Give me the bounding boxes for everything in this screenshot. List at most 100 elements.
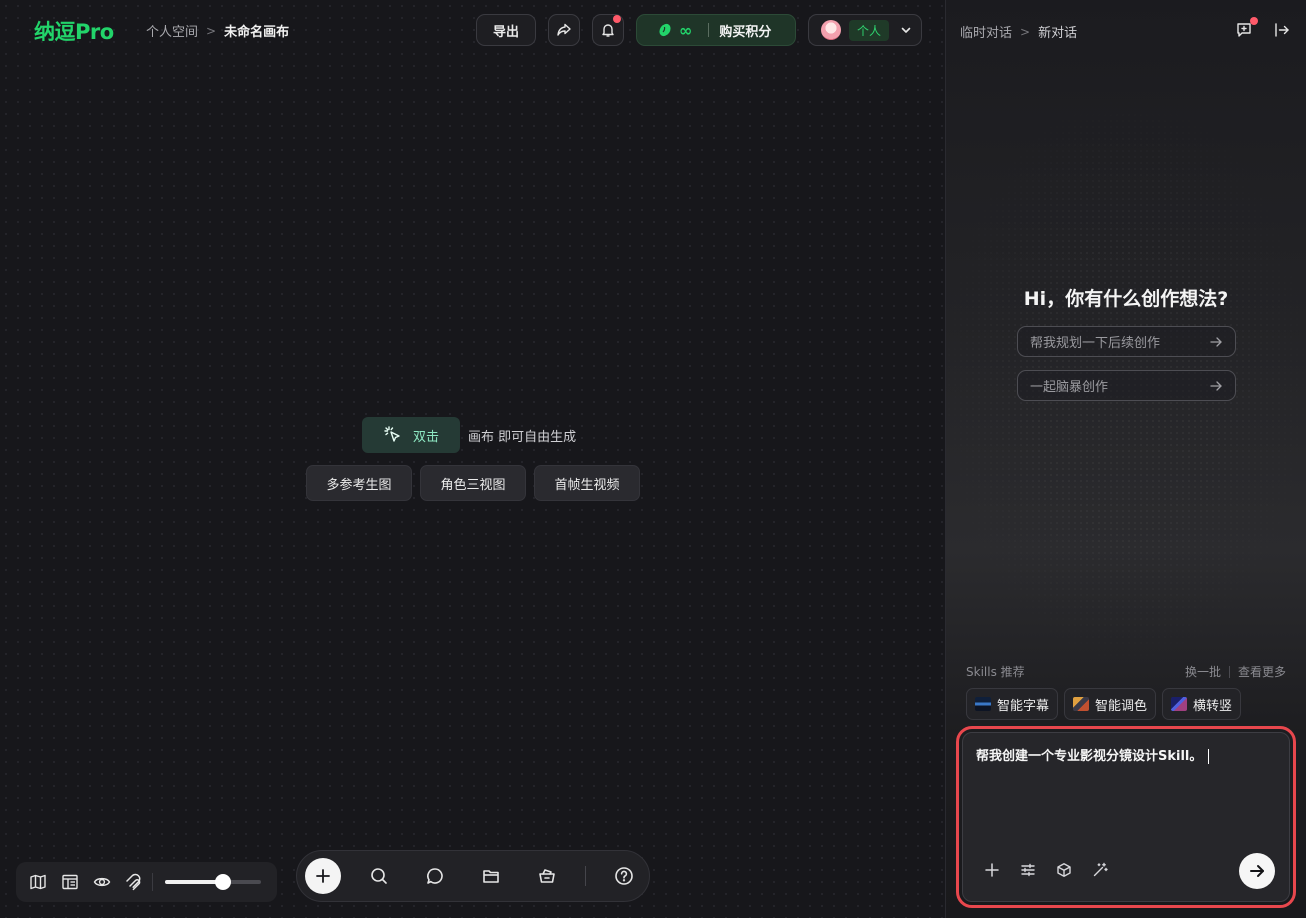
skill-label: 横转竖 [1193, 698, 1233, 714]
chat-breadcrumb-current: 新对话 [1038, 26, 1078, 41]
chat-bubble-icon [427, 868, 443, 884]
magnet-icon [126, 873, 141, 891]
settings-button[interactable] [1019, 861, 1037, 879]
bean-icon [659, 23, 671, 37]
credits-badge[interactable]: ∞ 购买积分 [636, 14, 796, 46]
add-node-button[interactable] [305, 858, 341, 894]
skill-thumbnail [975, 697, 991, 711]
breadcrumb-space[interactable]: 个人空间 [146, 21, 198, 40]
app-logo[interactable]: 纳逗Pro [34, 16, 114, 46]
suggestion-label: 一起脑暴创作 [1030, 380, 1109, 395]
quick-action-character-views[interactable]: 角色三视图 [420, 465, 526, 501]
map-button[interactable] [22, 866, 54, 898]
quick-action-first-frame-video[interactable]: 首帧生视频 [534, 465, 640, 501]
notification-dot [613, 15, 621, 23]
magic-wand-icon [1093, 862, 1108, 877]
chat-input-box[interactable]: 帮我创建一个专业影视分镜设计Skill。 [956, 726, 1296, 908]
chat-panel: 临时对话 > 新对话 Hi，你有什么创作想法? 帮我规划一下后续创作 一起脑暴创… [946, 0, 1306, 918]
double-click-label: 双击 [412, 429, 439, 445]
buy-credits-button[interactable]: 购买积分 [719, 21, 771, 40]
arrow-right-icon [1210, 380, 1222, 391]
basket-icon [539, 869, 555, 883]
sliders-icon [1021, 863, 1035, 877]
top-bar: 纳逗Pro 个人空间 > 未命名画布 导出 ∞ 购买积分 个人 [0, 0, 946, 60]
layout-button[interactable] [54, 866, 86, 898]
account-menu[interactable]: 个人 [808, 14, 922, 46]
canvas[interactable] [0, 0, 946, 918]
canvas-hint: 双击 画布 即可自由生成 [362, 417, 576, 453]
plus-icon [316, 869, 330, 883]
search-button[interactable] [361, 858, 397, 894]
search-icon [371, 868, 387, 884]
files-button[interactable] [473, 858, 509, 894]
skill-landscape-to-portrait[interactable]: 横转竖 [1162, 688, 1242, 720]
attach-button[interactable] [983, 861, 1001, 879]
skill-smart-color-grading[interactable]: 智能调色 [1064, 688, 1157, 720]
export-button[interactable]: 导出 [476, 14, 536, 46]
canvas-toolbar [296, 850, 650, 902]
toolbar-divider [585, 866, 586, 886]
skill-thumbnail [1171, 697, 1188, 711]
arrow-right-icon [1210, 336, 1222, 347]
suggestion-plan[interactable]: 帮我规划一下后续创作 [1017, 326, 1236, 357]
layout-icon [62, 874, 78, 890]
zoom-handle[interactable] [214, 874, 231, 890]
skills-more-link[interactable]: 查看更多 [1238, 663, 1286, 680]
arrow-right-icon [1250, 865, 1264, 877]
new-chat-button[interactable] [1234, 17, 1258, 40]
eye-icon [93, 877, 111, 887]
chat-input-value: 帮我创建一个专业影视分镜设计Skill。 [976, 749, 1203, 764]
text-caret [1208, 749, 1210, 764]
input-tools [983, 861, 1109, 879]
skill-label: 智能字幕 [997, 698, 1050, 714]
skills-refresh-link[interactable]: 换一批 [1185, 663, 1221, 680]
notifications-button[interactable] [592, 14, 624, 46]
magic-button[interactable] [1091, 861, 1109, 879]
snap-button[interactable] [118, 866, 150, 898]
breadcrumb: 个人空间 > 未命名画布 [146, 21, 289, 41]
share-icon [557, 23, 571, 36]
map-icon [30, 874, 46, 890]
avatar [821, 20, 841, 40]
panel-actions [1234, 17, 1292, 40]
send-button[interactable] [1239, 853, 1275, 889]
zoom-fill [165, 880, 223, 884]
suggestion-brainstorm[interactable]: 一起脑暴创作 [1017, 370, 1236, 401]
skill-smart-subtitles[interactable]: 智能字幕 [966, 688, 1059, 720]
notification-dot [1250, 17, 1258, 25]
zoom-slider[interactable] [165, 874, 261, 890]
help-button[interactable] [606, 858, 642, 894]
chevron-down-icon [901, 27, 911, 33]
skill-thumbnail [1073, 697, 1090, 711]
model-button[interactable] [1055, 861, 1073, 879]
cursor-click-icon [384, 426, 400, 442]
bell-icon [602, 24, 614, 37]
preview-button[interactable] [86, 866, 118, 898]
quick-action-multi-reference[interactable]: 多参考生图 [306, 465, 412, 501]
credits-divider [708, 23, 710, 37]
collapse-right-icon [1275, 23, 1289, 37]
chat-breadcrumb-root[interactable]: 临时对话 [960, 22, 1012, 41]
share-button[interactable] [548, 14, 580, 46]
skills-actions: 换一批 查看更多 [1185, 663, 1286, 680]
quick-actions: 多参考生图 角色三视图 首帧生视频 [306, 465, 640, 501]
suggestion-label: 帮我规划一下后续创作 [1030, 336, 1161, 351]
canvas-title[interactable]: 未命名画布 [224, 21, 289, 40]
credits-value: ∞ [679, 20, 693, 40]
skills-title: Skills 推荐 [966, 665, 1025, 679]
comment-button[interactable] [417, 858, 453, 894]
collapse-panel-button[interactable] [1272, 20, 1292, 40]
folder-icon [483, 870, 499, 883]
view-controls [16, 862, 277, 902]
skills-list: 智能字幕 智能调色 横转竖 [966, 688, 1242, 720]
greeting-heading: Hi，你有什么创作想法? [1023, 288, 1229, 310]
assets-button[interactable] [529, 858, 565, 894]
account-type-badge: 个人 [849, 19, 890, 41]
chevron-right-icon: > [1020, 24, 1031, 39]
double-click-chip: 双击 [362, 417, 460, 453]
cube-icon [1057, 863, 1071, 877]
skills-header: Skills 推荐 换一批 查看更多 [966, 663, 1286, 680]
chat-input[interactable]: 帮我创建一个专业影视分镜设计Skill。 [976, 745, 1210, 764]
skill-label: 智能调色 [1095, 698, 1148, 714]
controls-divider [152, 873, 153, 891]
